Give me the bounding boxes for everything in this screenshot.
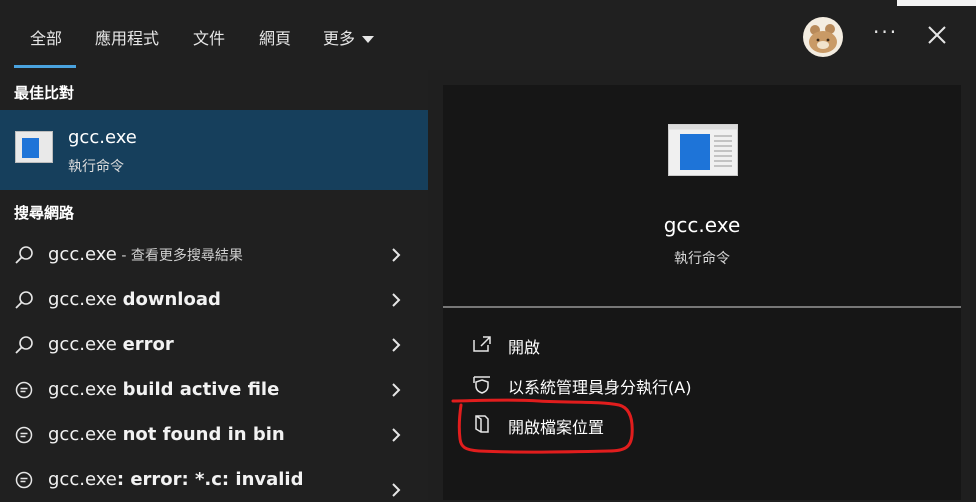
result-suffix: download (122, 289, 221, 310)
result-suffix: error (122, 334, 174, 355)
web-result-text: gcc.exe: error: *.c: invalid (48, 469, 303, 490)
search-icon (15, 291, 33, 309)
tab-web[interactable]: 網頁 (259, 25, 291, 49)
best-match-name: gcc.exe (68, 127, 137, 148)
chat-icon (15, 426, 33, 444)
best-match-item[interactable]: gcc.exe 執行命令 (0, 110, 428, 190)
chat-icon (15, 381, 33, 399)
result-query: gcc.exe (48, 379, 123, 400)
section-search-web: 搜尋網路 (14, 204, 75, 222)
tab-documents-label: 文件 (193, 29, 226, 48)
results-pane: 最佳比對 gcc.exe 執行命令 搜尋網路 gcc.exe - 查看更多搜尋結… (0, 70, 428, 500)
app-window-icon (668, 124, 738, 176)
web-result-text: gcc.exe error (48, 334, 174, 355)
web-result-row[interactable]: gcc.exe build active file (0, 368, 428, 412)
tab-apps-label: 應用程式 (95, 29, 160, 48)
more-options-label: ··· (873, 20, 899, 44)
chevron-right-icon (392, 428, 401, 442)
divider (443, 306, 961, 308)
caret-down-icon (362, 36, 375, 43)
best-match-type: 執行命令 (68, 159, 124, 175)
open-icon (473, 336, 491, 352)
result-suffix: - 查看更多搜尋結果 (116, 248, 243, 264)
shield-icon (473, 376, 490, 394)
chevron-right-icon (392, 483, 401, 497)
preview-app-type: 執行命令 (674, 251, 730, 267)
preview-app-name: gcc.exe (663, 213, 741, 237)
tab-more[interactable]: 更多 (323, 25, 375, 49)
tab-documents[interactable]: 文件 (193, 25, 225, 49)
web-result-text: gcc.exe build active file (48, 379, 279, 400)
tab-all[interactable]: 全部 (30, 25, 62, 49)
tab-more-label: 更多 (323, 29, 356, 48)
web-result-text: gcc.exe download (48, 289, 221, 310)
active-tab-indicator (14, 65, 76, 68)
search-icon (15, 336, 33, 354)
user-avatar[interactable] (803, 17, 843, 57)
web-result-row[interactable]: gcc.exe - 查看更多搜尋結果 (0, 233, 428, 277)
search-icon (15, 246, 33, 264)
web-result-row[interactable]: gcc.exe download (0, 278, 428, 322)
result-query: gcc.exe (48, 289, 123, 310)
close-button[interactable] (926, 24, 948, 46)
web-result-row[interactable]: gcc.exe error (0, 323, 428, 367)
result-suffix: : error: *.c: invalid (116, 469, 304, 490)
tab-all-label: 全部 (30, 29, 63, 48)
chevron-right-icon (392, 293, 401, 307)
web-result-row[interactable]: gcc.exe not found in bin (0, 413, 428, 457)
avatar-bear-icon (809, 24, 837, 53)
result-suffix: build active file (122, 379, 280, 400)
chevron-right-icon (392, 248, 401, 262)
web-result-text: gcc.exe not found in bin (48, 424, 285, 445)
annotation-circle (451, 398, 634, 454)
web-result-row[interactable]: gcc.exe: error: *.c: invalid (0, 458, 428, 502)
result-query: gcc.exe (48, 424, 123, 445)
result-query: gcc.exe (48, 244, 117, 265)
result-suffix: not found in bin (122, 424, 285, 445)
tab-apps[interactable]: 應用程式 (95, 25, 159, 49)
web-result-text: gcc.exe - 查看更多搜尋結果 (48, 244, 243, 265)
more-options-button[interactable]: ··· (873, 20, 898, 44)
chevron-right-icon (392, 338, 401, 352)
chat-icon (15, 471, 33, 489)
action-open-label: 開啟 (508, 338, 541, 357)
close-icon (928, 26, 946, 44)
app-window-icon (15, 131, 53, 163)
result-query: gcc.exe (48, 334, 123, 355)
section-best-match: 最佳比對 (14, 84, 75, 102)
tab-web-label: 網頁 (259, 29, 292, 48)
result-query: gcc.exe (48, 469, 117, 490)
background-window-edge (897, 0, 976, 6)
chevron-right-icon (392, 383, 401, 397)
